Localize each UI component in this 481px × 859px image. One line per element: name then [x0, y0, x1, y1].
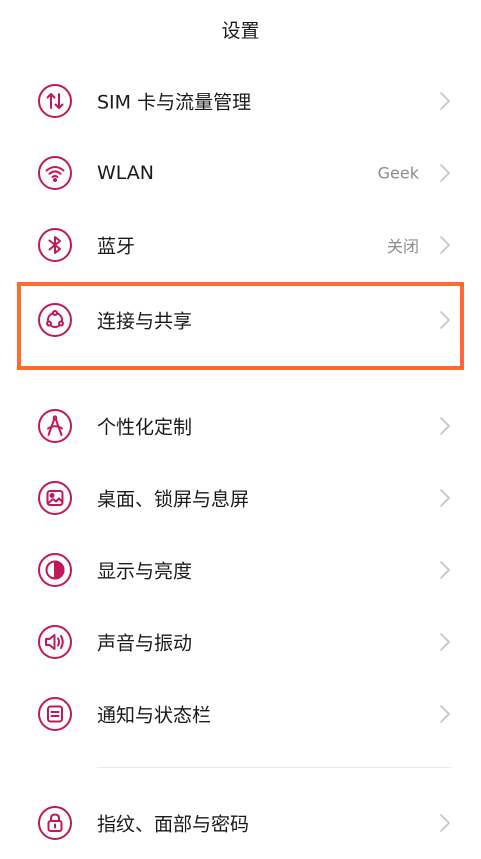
settings-item-display[interactable]: 显示与亮度	[0, 534, 481, 606]
settings-item-sound[interactable]: 声音与振动	[0, 606, 481, 678]
sim-data-icon	[37, 83, 73, 119]
lock-icon	[37, 805, 73, 841]
settings-item-label: 连接与共享	[97, 310, 193, 333]
chevron-right-icon	[439, 235, 451, 255]
connection-share-icon	[37, 302, 73, 338]
brightness-icon	[37, 552, 73, 588]
settings-item-label: 显示与亮度	[97, 560, 193, 583]
chevron-right-icon	[439, 91, 451, 111]
chevron-right-icon	[439, 560, 451, 580]
wallpaper-icon	[37, 480, 73, 516]
personalization-icon	[37, 408, 73, 444]
settings-item-wallpaper[interactable]: 桌面、锁屏与息屏	[0, 462, 481, 534]
settings-item-label: SIM 卡与流量管理	[97, 91, 252, 114]
settings-item-wlan[interactable]: WLAN Geek	[0, 137, 481, 209]
settings-item-sim[interactable]: SIM 卡与流量管理	[0, 65, 481, 137]
settings-item-label: 桌面、锁屏与息屏	[97, 488, 250, 511]
settings-item-personalization[interactable]: 个性化定制	[0, 390, 481, 462]
section-divider	[97, 767, 451, 768]
settings-item-label: 声音与振动	[97, 632, 193, 655]
bluetooth-icon	[37, 227, 73, 263]
wifi-icon	[37, 155, 73, 191]
chevron-right-icon	[439, 632, 451, 652]
settings-item-value: Geek	[377, 163, 419, 183]
settings-item-label: WLAN	[97, 162, 155, 184]
settings-item-label: 指纹、面部与密码	[97, 813, 250, 836]
notification-icon	[37, 696, 73, 732]
chevron-right-icon	[439, 704, 451, 724]
header: 设置	[0, 0, 481, 58]
chevron-right-icon	[439, 416, 451, 436]
settings-item-label: 个性化定制	[97, 416, 193, 439]
chevron-right-icon	[439, 488, 451, 508]
settings-item-notifications[interactable]: 通知与状态栏	[0, 678, 481, 750]
settings-item-label: 蓝牙	[97, 235, 136, 258]
settings-item-bluetooth[interactable]: 蓝牙 关闭	[0, 209, 481, 281]
chevron-right-icon	[439, 163, 451, 183]
settings-item-label: 通知与状态栏	[97, 704, 212, 727]
settings-item-value: 关闭	[386, 237, 419, 256]
settings-item-security[interactable]: 指纹、面部与密码	[0, 787, 481, 859]
chevron-right-icon	[439, 813, 451, 833]
page-title: 设置	[221, 19, 260, 42]
sound-icon	[37, 624, 73, 660]
settings-item-connection-share[interactable]: 连接与共享	[0, 282, 481, 358]
chevron-right-icon	[439, 310, 451, 330]
